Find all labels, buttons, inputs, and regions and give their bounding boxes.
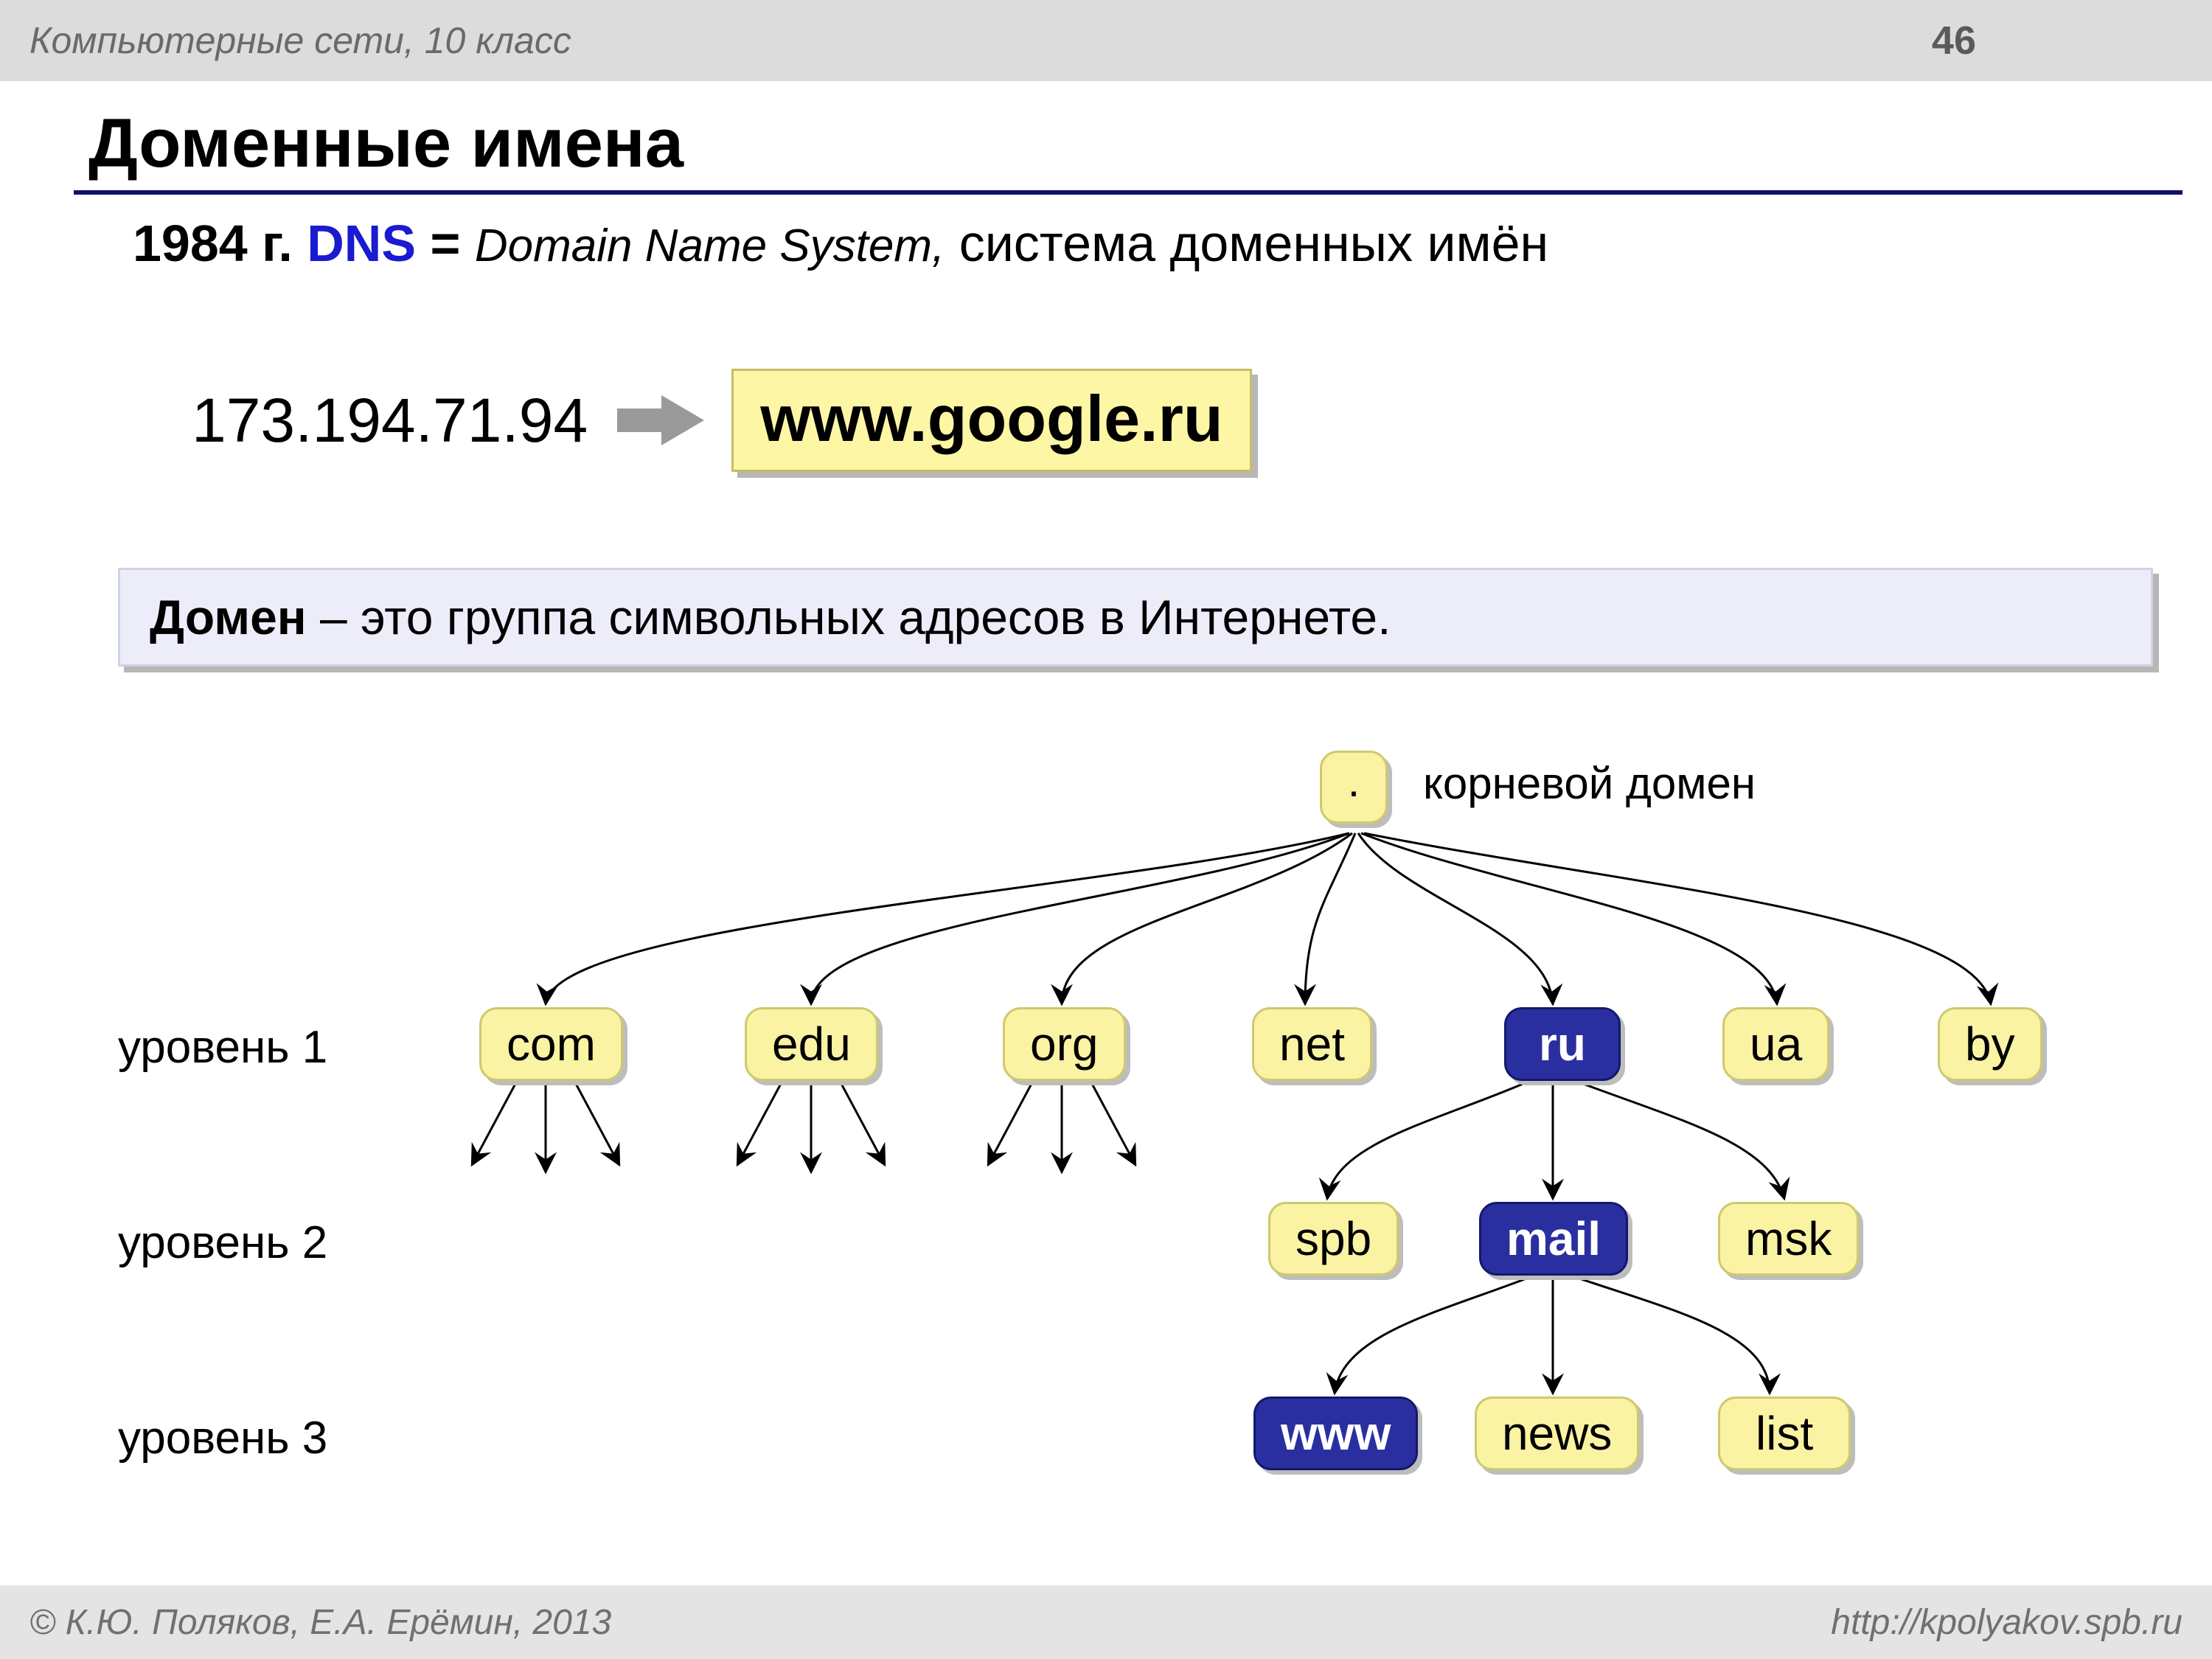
tree-edges: [0, 730, 2212, 1571]
dns-definition-line: 1984 г. DNS = Domain Name System, систем…: [133, 214, 1548, 273]
arrow-right-icon: [617, 391, 706, 450]
node-spb: spb: [1268, 1202, 1399, 1276]
year-text: 1984 г.: [133, 215, 293, 272]
definition-term: Домен: [150, 590, 307, 644]
node-com: com: [479, 1007, 623, 1081]
dns-fullname-en: Domain Name System,: [475, 220, 945, 271]
slide-title: Доменные имена: [88, 103, 684, 183]
hostname-box: www.google.ru: [731, 369, 1251, 472]
node-ua: ua: [1722, 1007, 1829, 1081]
node-root: .: [1320, 751, 1388, 824]
node-list: list: [1718, 1397, 1851, 1470]
node-ru: ru: [1504, 1007, 1621, 1081]
node-net: net: [1252, 1007, 1372, 1081]
node-edu: edu: [745, 1007, 878, 1081]
equals-text: =: [430, 215, 474, 272]
ip-address: 173.194.71.94: [192, 385, 588, 456]
node-msk: msk: [1718, 1202, 1859, 1276]
node-org: org: [1003, 1007, 1126, 1081]
footer-copyright: © К.Ю. Поляков, Е.А. Ерёмин, 2013: [29, 1602, 611, 1643]
node-by: by: [1938, 1007, 2042, 1081]
footer-url: http://kpolyakov.spb.ru: [1831, 1602, 2183, 1643]
dns-acronym: DNS: [307, 215, 416, 272]
dns-fullname-ru: система доменных имён: [959, 215, 1549, 272]
node-news: news: [1475, 1397, 1639, 1470]
node-mail: mail: [1479, 1202, 1628, 1276]
definition-box: Домен – это группа символьных адресов в …: [118, 568, 2153, 667]
page-number: 46: [1932, 18, 2183, 63]
node-www: www: [1253, 1397, 1418, 1470]
title-underline: [74, 190, 2183, 195]
header-topic: Компьютерные сети, 10 класс: [29, 19, 1932, 62]
definition-text: – это группа символьных адресов в Интерн…: [307, 590, 1391, 644]
